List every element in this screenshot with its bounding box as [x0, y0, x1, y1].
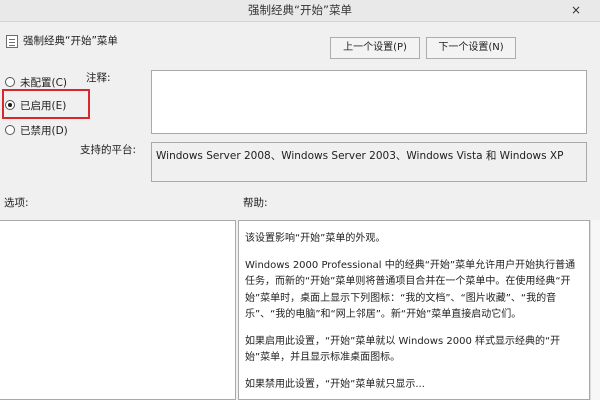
help-scrollbar[interactable]	[590, 220, 600, 400]
supported-platform-label: 支持的平台:	[80, 144, 137, 156]
comment-textarea[interactable]	[151, 70, 587, 134]
close-button[interactable]: ×	[562, 3, 590, 18]
policy-name: 强制经典“开始”菜单	[23, 35, 118, 47]
title-bar: 强制经典“开始”菜单 ×	[0, 0, 600, 22]
radio-label: 已禁用(D)	[20, 124, 68, 137]
help-paragraph: 该设置影响“开始”菜单的外观。	[245, 233, 386, 244]
help-label: 帮助:	[243, 197, 268, 209]
previous-setting-button[interactable]: 上一个设置(P)	[330, 37, 420, 59]
next-setting-button[interactable]: 下一个设置(N)	[426, 37, 516, 59]
comment-label: 注释:	[86, 72, 111, 84]
window-title: 强制经典“开始”菜单	[248, 3, 352, 17]
help-paragraph: Windows 2000 Professional 中的经典“开始”菜单允许用户…	[245, 259, 576, 321]
help-paragraph: 如果启用此设置，“开始”菜单就以 Windows 2000 样式显示经典的“开始…	[245, 335, 561, 364]
supported-platform-value: Windows Server 2008、Windows Server 2003、…	[151, 142, 587, 182]
options-label: 选项:	[4, 197, 29, 209]
radio-circle[interactable]	[5, 77, 15, 87]
selection-highlight-box	[2, 89, 90, 119]
radio-label: 未配置(C)	[20, 76, 68, 89]
policy-setting-icon	[6, 35, 18, 48]
radio-disabled[interactable]: 已禁用(D)	[5, 122, 68, 138]
radio-circle[interactable]	[5, 125, 15, 135]
options-pane	[0, 220, 236, 400]
help-pane: 该设置影响“开始”菜单的外观。 Windows 2000 Professiona…	[238, 220, 590, 400]
help-paragraph: 如果禁用此设置，“开始”菜单就只显示...	[245, 378, 425, 390]
radio-not-configured[interactable]: 未配置(C)	[5, 74, 67, 90]
